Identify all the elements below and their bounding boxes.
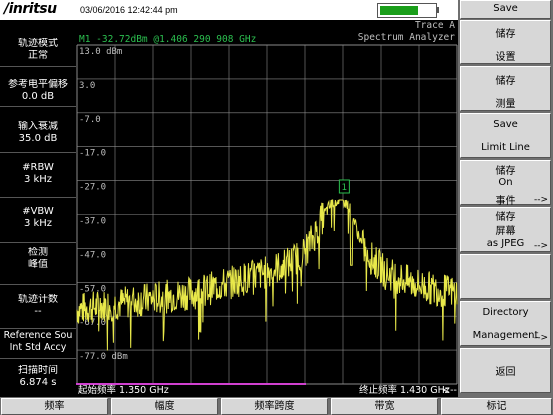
setting-label: #VBW: [22, 206, 54, 217]
setting-value: 正常: [28, 50, 48, 61]
tab-bandwidth[interactable]: 带宽: [331, 398, 438, 415]
battery-icon: [377, 3, 437, 18]
empty-softkey[interactable]: [460, 254, 551, 299]
back-button[interactable]: 返回: [460, 348, 551, 393]
setting-label: 输入衰减: [18, 121, 58, 132]
reference-source-setting: Reference Sou Int Std Accy: [0, 329, 76, 359]
input-atten-setting: 输入衰减 35.0 dB: [0, 107, 76, 153]
y-tick-label: -47.0: [79, 250, 106, 260]
anritsu-logo: /inritsu: [4, 1, 57, 17]
setting-label: 检测: [28, 247, 48, 258]
y-tick-label: -77.0 dBm: [79, 352, 128, 362]
setting-label: 扫描时间: [18, 365, 58, 376]
setting-value: Int Std Accy: [9, 342, 67, 353]
setting-label: 轨迹模式: [18, 38, 58, 49]
setting-value: 峰值: [28, 259, 48, 270]
y-tick-label: -57.0: [79, 284, 106, 294]
setting-value: 3 kHz: [23, 174, 53, 185]
status-bar: /inritsu 03/06/2016 12:42:44 pm: [0, 0, 458, 21]
ref-level-label: 13.0 dBm: [79, 47, 122, 57]
y-tick-label: -7.0: [79, 115, 101, 125]
battery-cap: [436, 7, 439, 13]
datetime-readout: 03/06/2016 12:42:44 pm: [80, 5, 178, 15]
start-frequency: 起始频率 1.350 GHz: [78, 384, 169, 396]
main-menu-bar: 频率 幅度 频率跨度 带宽 标记: [0, 397, 553, 415]
mode-label: Spectrum Analyzer: [358, 32, 456, 43]
setting-value: 6.874 s: [19, 377, 57, 388]
setting-value: 35.0 dB: [18, 133, 58, 144]
setting-label: 轨迹计数: [18, 294, 58, 305]
spectrum-chart[interactable]: 13.0 dBm 3.0 -7.0 -17.0 -27.0 -37.0 -47.0 -57.0…: [76, 20, 458, 397]
setting-value: 3 kHz: [23, 218, 53, 229]
trace-mode-setting: 轨迹模式 正常: [0, 20, 76, 67]
tab-frequency[interactable]: 频率: [1, 398, 108, 415]
trace-count-setting: 轨迹计数 --: [0, 285, 76, 329]
trace-label: Trace A: [415, 20, 455, 31]
rbw-setting: #RBW 3 kHz: [0, 153, 76, 198]
setting-label: Reference Sou: [3, 330, 73, 341]
spectrum-plot[interactable]: 13.0 dBm 3.0 -7.0 -17.0 -27.0 -37.0 -47.0 -57.0…: [76, 20, 458, 397]
save-limit-line-button[interactable]: Save Limit Line: [460, 113, 551, 158]
y-tick-label: 3.0: [79, 81, 95, 91]
marker-readout: M1 -32.72dBm @1.406 290 908 GHz: [79, 34, 256, 45]
y-tick-label: -27.0: [79, 183, 106, 193]
marker-number: 1: [342, 183, 348, 193]
save-on-event-button[interactable]: 储存 On 事件 -->: [460, 160, 551, 207]
stop-frequency: 终止频率 1.430 GHz: [359, 384, 450, 396]
setting-label: #RBW: [22, 162, 54, 173]
setting-value: --: [34, 306, 42, 317]
save-setup-button[interactable]: 储存 设置: [460, 20, 551, 64]
save-menu-title: Save: [460, 0, 551, 19]
settings-panel: 轨迹模式 正常 参考电平偏移 0.0 dB 输入衰减 35.0 dB #RBW 3 kH…: [0, 20, 76, 397]
tab-marker[interactable]: 标记: [441, 398, 552, 415]
save-screen-jpeg-button[interactable]: 储存 屏幕 as JPEG -->: [460, 207, 551, 252]
directory-management-button[interactable]: Directory Management -->: [460, 301, 551, 346]
stop-frequency-arrow: <--: [442, 385, 457, 396]
y-tick-label: -37.0: [79, 217, 106, 227]
ref-offset-setting: 参考电平偏移 0.0 dB: [0, 67, 76, 107]
setting-value: 0.0 dB: [21, 91, 55, 102]
setting-label: 参考电平偏移: [8, 79, 68, 90]
tab-span[interactable]: 频率跨度: [221, 398, 328, 415]
battery-level: [380, 6, 418, 15]
detector-setting: 检测 峰值: [0, 243, 76, 285]
vbw-setting: #VBW 3 kHz: [0, 198, 76, 243]
tab-amplitude[interactable]: 幅度: [111, 398, 218, 415]
y-tick-label: -17.0: [79, 149, 106, 159]
sweep-time-setting: 扫描时间 6.874 s: [0, 359, 76, 397]
save-measurement-button[interactable]: 储存 测量: [460, 66, 551, 111]
softkey-panel: Save 储存 设置 储存 测量 Save Limit Line 储存 On 事件 --> …: [458, 0, 553, 397]
